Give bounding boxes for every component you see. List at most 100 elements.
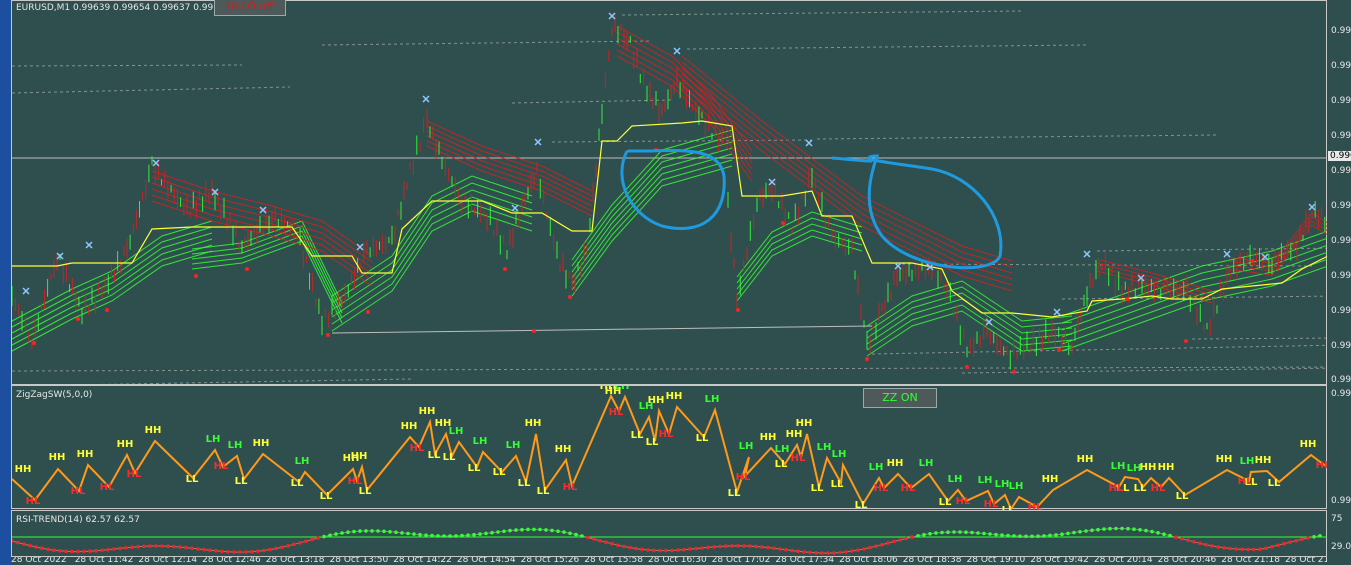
hilo-toggle-button[interactable]: Hi-LO off: [214, 0, 286, 16]
zigzag-swing-label: LL: [468, 463, 481, 474]
rsi-point: [712, 545, 716, 549]
zigzag-swing-label: HH: [887, 458, 904, 469]
zigzag-swing-label: HH: [419, 406, 436, 417]
swing-low-marker: [568, 295, 572, 299]
zigzag-swing-label: HH: [1158, 462, 1175, 473]
zigzag-swing-label: LL: [1268, 478, 1281, 489]
rsi-point: [508, 528, 512, 533]
zz-toggle-button[interactable]: ZZ ON: [863, 388, 937, 408]
zigzag-swing-label: HH: [605, 386, 622, 397]
rsi-point: [1204, 542, 1208, 547]
rsi-point: [1102, 527, 1106, 531]
rsi-point: [94, 549, 98, 553]
zigzag-swing-label: LH: [206, 434, 221, 445]
swing-low-marker: [781, 221, 785, 225]
rsi-point: [520, 527, 524, 532]
price-axis-label: 0.999: [1331, 201, 1351, 211]
zigzag-swing-label: HL: [984, 499, 999, 510]
rsi-point: [1306, 536, 1310, 540]
swing-low-marker: [736, 308, 740, 312]
rsi-point: [1186, 538, 1190, 543]
zigzag-swing-label: LH: [832, 449, 847, 460]
rsi-point: [166, 544, 170, 548]
rsi-point: [868, 545, 872, 550]
rsi-point: [736, 544, 740, 548]
rsi-point: [76, 549, 80, 554]
zigzag-canvas: HHHLHHHLHHHLHHHLHHLLLHHLLHLLHHLLLHLLHHHH…: [12, 386, 1328, 510]
red-ema-band: [151, 188, 373, 275]
rsi-point: [250, 549, 254, 554]
zigzag-swing-label: HL: [1238, 476, 1253, 487]
rsi-point: [280, 545, 284, 549]
rsi-point: [946, 530, 950, 534]
zigzag-swing-label: LL: [320, 491, 333, 502]
green-ema-band: [331, 210, 533, 332]
time-axis-label: 28 Oct 18:38: [902, 557, 962, 565]
rsi-point: [1216, 545, 1220, 549]
zigzag-swing-label: LL: [811, 483, 824, 494]
rsi-point: [130, 545, 134, 549]
time-axis-label: 28 Oct 12:46: [202, 557, 261, 565]
green-ema-band: [331, 175, 533, 297]
rsi-point: [1030, 534, 1034, 539]
rsi-point: [1282, 541, 1286, 546]
swing-low-marker: [1125, 297, 1129, 301]
rsi-point: [34, 545, 38, 549]
rsi-point: [1048, 533, 1052, 538]
rsi-point: [1192, 540, 1196, 544]
rsi-point: [292, 542, 296, 547]
rsi-point: [190, 546, 194, 550]
rsi-point: [688, 547, 692, 551]
rsi-point: [430, 533, 434, 538]
zigzag-title: ZigZagSW(5,0,0): [16, 390, 93, 400]
zigzag-swing-label: HH: [49, 452, 66, 463]
rsi-level-bottom: 29.04: [1331, 542, 1351, 552]
swing-low-marker: [1012, 370, 1016, 374]
rsi-point: [322, 534, 326, 539]
rsi-point: [22, 542, 26, 546]
green-ema-band: [331, 196, 533, 318]
zigzag-swing-label: HH: [117, 439, 134, 450]
time-axis-label: 28 Oct 16:30: [648, 557, 707, 565]
zigzag-swing-label: LH: [1240, 456, 1255, 467]
rsi-point: [586, 535, 590, 540]
time-axis-label: 28 Oct 17:34: [775, 557, 835, 565]
green-ema-band: [736, 211, 863, 278]
red-ema-band: [1226, 212, 1328, 264]
zigzag-pane[interactable]: HH HL HH HL HH HL HH HL HH LL LH HL LH LL HH LL LH LL HH HH…: [11, 385, 1328, 510]
price-pane[interactable]: EURUSD,M1 0.99639 0.99654 0.99637 0.99: [11, 0, 1328, 386]
rsi-point: [82, 549, 86, 554]
chart-window: EURUSD,M1 0.99639 0.99654 0.99637 0.99 H…: [0, 0, 1351, 565]
dashed-level-line: [12, 86, 291, 94]
rsi-point: [1108, 526, 1112, 531]
rsi-point: [472, 532, 476, 537]
zigzag-swing-label: LL: [291, 478, 304, 489]
zigzag-swing-label: HH: [1042, 474, 1059, 485]
rsi-point: [160, 544, 164, 548]
zigzag-swing-label: LH: [919, 458, 934, 469]
rsi-point: [1156, 531, 1160, 535]
green-ema-band: [736, 217, 863, 284]
rsi-canvas: [12, 526, 1328, 555]
rsi-point: [454, 534, 458, 538]
rsi-point: [814, 551, 818, 555]
zigzag-swing-label: HH: [760, 432, 777, 443]
rsi-point: [598, 538, 602, 543]
rsi-point: [1090, 528, 1094, 533]
zigzag-line: [12, 393, 1328, 510]
time-axis-label: 28 Oct 13:50: [329, 557, 389, 565]
green-ema-band: [736, 223, 863, 290]
zigzag-swing-label: LL: [186, 474, 199, 485]
rsi-point: [796, 549, 800, 553]
swing-low-marker: [32, 341, 36, 345]
rsi-point: [1036, 534, 1040, 538]
zigzag-swing-label: HL: [563, 482, 578, 493]
zigzag-swing-label: LL: [537, 486, 550, 497]
rsi-pane[interactable]: RSI-TREND(14) 62.57 62.57: [11, 510, 1328, 557]
rsi-point: [202, 547, 206, 552]
rsi-point: [388, 530, 392, 534]
rsi-point: [1084, 529, 1088, 533]
zigzag-swing-label: HL: [71, 486, 86, 497]
rsi-point: [916, 534, 920, 538]
zigzag-swing-label: LH: [705, 394, 720, 405]
